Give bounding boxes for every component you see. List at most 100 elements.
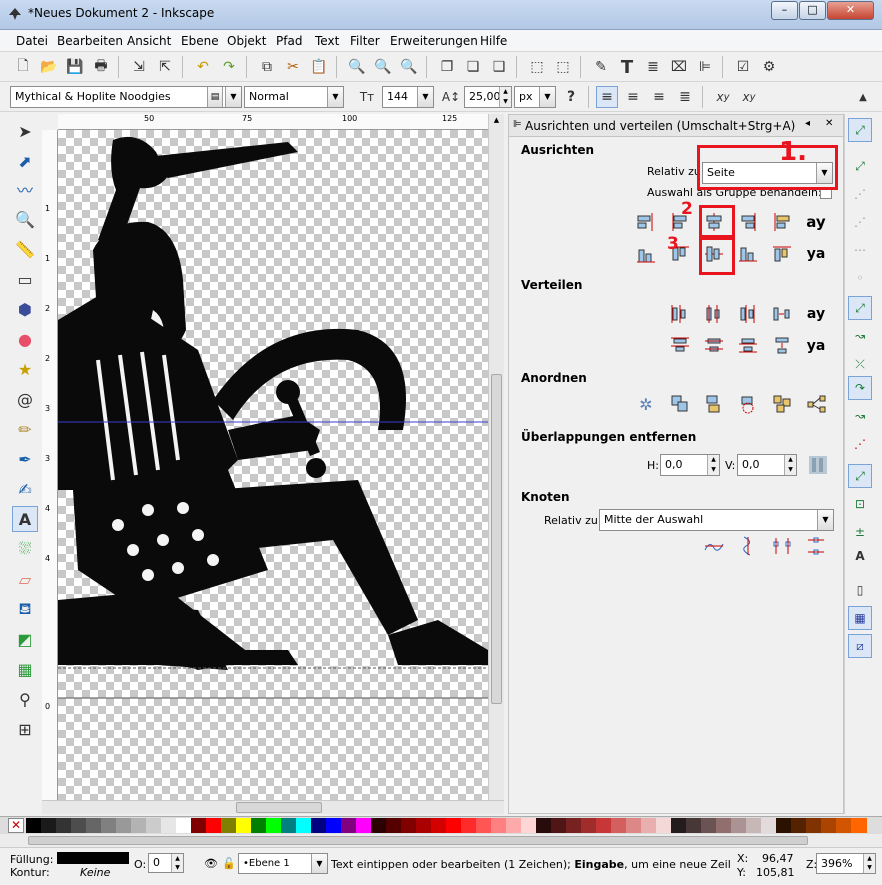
calligraphy-tool-icon[interactable]: ✍ xyxy=(12,476,38,502)
palette-swatch[interactable] xyxy=(656,818,672,833)
redo-icon[interactable]: ↷ xyxy=(218,56,240,78)
snap-grids-icon[interactable]: ▦ xyxy=(848,606,872,630)
spray-tool-icon[interactable]: ⛆ xyxy=(12,536,38,562)
palette-swatch[interactable] xyxy=(551,818,567,833)
menu-ansicht[interactable]: Ansicht xyxy=(127,34,171,48)
gradient-tool-icon[interactable]: ◩ xyxy=(12,626,38,652)
palette-swatch[interactable] xyxy=(821,818,837,833)
palette-swatch[interactable] xyxy=(716,818,732,833)
align-bottom-edges-icon[interactable] xyxy=(735,241,761,267)
selector-tool-icon[interactable]: ➤ xyxy=(12,118,38,144)
subscript-icon[interactable]: xy xyxy=(738,86,760,108)
palette-swatch[interactable] xyxy=(476,818,492,833)
horizontal-scroll-thumb[interactable] xyxy=(236,802,322,813)
snap-bbox-midpoints-icon[interactable]: ⋯ xyxy=(848,238,872,262)
eraser-tool-icon[interactable]: ▱ xyxy=(12,566,38,592)
snap-object-centers-icon[interactable]: ⊡ xyxy=(848,492,872,516)
palette-swatch[interactable] xyxy=(611,818,627,833)
palette-swatch[interactable] xyxy=(266,818,282,833)
snap-bbox-icon[interactable]: ⤢ xyxy=(848,154,872,178)
distribute-bottom-icon[interactable] xyxy=(735,333,761,359)
zoom-page-icon[interactable]: 🔍 xyxy=(398,56,420,78)
chevron-down-icon[interactable]: ▼ xyxy=(539,87,555,107)
font-list-icon[interactable]: ▤ xyxy=(207,87,223,107)
spin-arrows-icon[interactable]: ▲ ▼ xyxy=(784,455,796,475)
measure-tool-icon[interactable]: 📏 xyxy=(12,236,38,262)
star-tool-icon[interactable]: ★ xyxy=(12,356,38,382)
text-tool-icon[interactable]: A xyxy=(12,506,38,532)
menu-objekt[interactable]: Objekt xyxy=(227,34,266,48)
no-paint-icon[interactable]: ✕ xyxy=(8,818,24,833)
distribute-top-icon[interactable] xyxy=(667,333,693,359)
palette-swatch[interactable] xyxy=(776,818,792,833)
align-top-to-bottom-icon[interactable] xyxy=(769,241,795,267)
chevron-down-icon[interactable]: ▼ xyxy=(417,87,433,107)
palette-swatch[interactable] xyxy=(86,818,102,833)
menu-filter[interactable]: Filter xyxy=(350,34,380,48)
clone-icon[interactable]: ❏ xyxy=(462,56,484,78)
chevron-down-icon[interactable]: ▼ xyxy=(327,87,343,107)
snap-others-icon[interactable]: ⤢ xyxy=(848,464,872,488)
align-right-edges-icon[interactable] xyxy=(735,209,761,235)
exchange-clockwise-icon[interactable] xyxy=(701,391,727,417)
snap-enable-icon[interactable]: ⤢ xyxy=(848,118,872,142)
minimize-button[interactable]: – xyxy=(771,1,798,20)
align-baseline-vertical-icon[interactable]: ya xyxy=(803,241,829,267)
overlap-h-spin[interactable]: 0,0 ▲ ▼ xyxy=(660,454,720,476)
zoom-selection-icon[interactable]: 🔍 xyxy=(346,56,368,78)
palette-swatch[interactable] xyxy=(371,818,387,833)
palette-swatch[interactable] xyxy=(671,818,687,833)
palette-swatch[interactable] xyxy=(281,818,297,833)
preferences-icon[interactable]: ⚙ xyxy=(758,56,780,78)
distribute-gaps-h-icon[interactable] xyxy=(769,301,795,327)
palette-swatch[interactable] xyxy=(251,818,267,833)
palette-swatch[interactable] xyxy=(416,818,432,833)
mesh-tool-icon[interactable]: ▦ xyxy=(12,656,38,682)
fill-stroke-icon[interactable]: ✎ xyxy=(590,56,612,78)
spin-arrows-icon[interactable]: ▲ ▼ xyxy=(499,87,511,107)
palette-swatch[interactable] xyxy=(761,818,777,833)
graph-layout-icon[interactable]: ✲ xyxy=(633,391,659,417)
palette-swatch[interactable] xyxy=(386,818,402,833)
nodes-relative-combo[interactable]: Mitte der Auswahl ▼ xyxy=(599,509,834,531)
distribute-right-icon[interactable] xyxy=(735,301,761,327)
menu-datei[interactable]: Datei xyxy=(16,34,48,48)
align-nodes-vertical-icon[interactable] xyxy=(735,533,761,559)
connector-tool-icon[interactable]: ⊞ xyxy=(12,716,38,742)
distribute-centers-h-icon[interactable] xyxy=(701,301,727,327)
toolbar-overflow-icon[interactable]: ▲ xyxy=(852,86,874,108)
stroke-value[interactable]: Keine xyxy=(80,866,110,879)
palette-swatch[interactable] xyxy=(146,818,162,833)
align-right-icon[interactable]: ≡ xyxy=(648,86,670,108)
remove-overlaps-icon[interactable] xyxy=(805,452,831,478)
palette-swatch[interactable] xyxy=(686,818,702,833)
align-center-icon[interactable]: ≡ xyxy=(622,86,644,108)
palette-swatch[interactable] xyxy=(161,818,177,833)
zoom-tool-icon[interactable]: 🔍 xyxy=(12,206,38,232)
align-nodes-horizontal-icon[interactable] xyxy=(701,533,727,559)
export-icon[interactable]: ⇱ xyxy=(154,56,176,78)
spiral-tool-icon[interactable]: @ xyxy=(12,386,38,412)
snap-bbox-edges-icon[interactable]: ⋰ xyxy=(848,182,872,206)
new-document-icon[interactable]: 🗋 xyxy=(12,56,34,78)
align-distribute-icon[interactable]: ⊫ xyxy=(694,56,716,78)
horizontal-scrollbar[interactable] xyxy=(42,800,504,814)
palette-swatch[interactable] xyxy=(851,818,867,833)
chevron-down-icon[interactable]: ▼ xyxy=(817,510,833,530)
superscript-icon[interactable]: xy xyxy=(712,86,734,108)
import-icon[interactable]: ⇲ xyxy=(128,56,150,78)
panel-close-icon[interactable]: ✕ xyxy=(825,118,833,129)
palette-swatch[interactable] xyxy=(191,818,207,833)
snap-line-midpoints-icon[interactable]: ⋰ xyxy=(848,432,872,456)
rectangle-tool-icon[interactable]: ▭ xyxy=(12,266,38,292)
palette-swatch[interactable] xyxy=(566,818,582,833)
palette-swatch[interactable] xyxy=(506,818,522,833)
palette-swatch[interactable] xyxy=(296,818,312,833)
menu-bearbeiten[interactable]: Bearbeiten xyxy=(57,34,123,48)
distribute-nodes-vertical-icon[interactable] xyxy=(803,533,829,559)
spin-arrows-icon[interactable]: ▲ ▼ xyxy=(707,455,719,475)
palette-swatch[interactable] xyxy=(521,818,537,833)
palette-swatch[interactable] xyxy=(101,818,117,833)
palette-swatch[interactable] xyxy=(791,818,807,833)
drawing-canvas[interactable] xyxy=(58,130,488,800)
